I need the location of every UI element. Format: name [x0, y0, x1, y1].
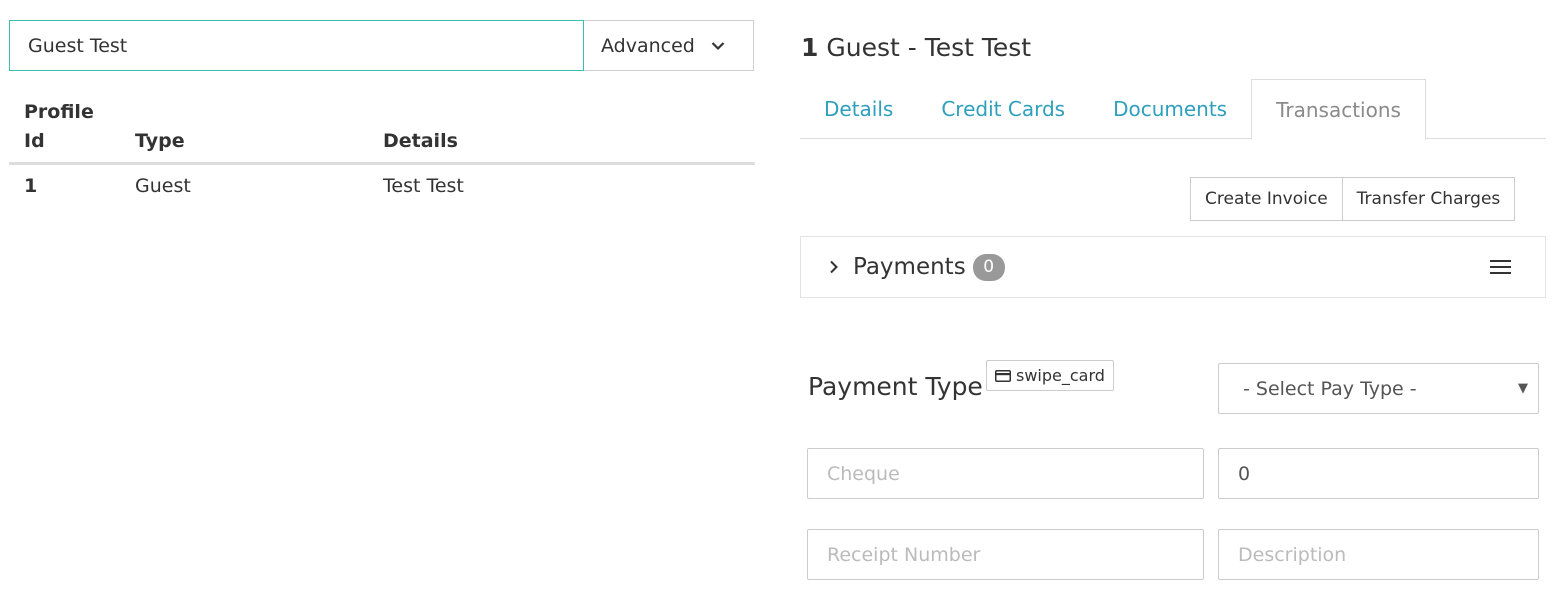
table-header-row: Profile Id Type Details: [9, 98, 755, 165]
col-header-profile-id[interactable]: Profile Id: [9, 98, 120, 165]
cell-details: Test Test: [383, 175, 464, 197]
swipe-card-label: swipe_card: [1016, 366, 1105, 385]
tab-details[interactable]: Details: [800, 79, 917, 139]
credit-card-icon: [995, 369, 1011, 382]
description-input[interactable]: [1218, 529, 1539, 580]
tab-credit-cards[interactable]: Credit Cards: [917, 79, 1089, 139]
cell-profile-id: 1: [24, 175, 38, 197]
results-table: Profile Id Type Details 1 Guest Test Tes…: [9, 98, 755, 197]
swipe-card-button[interactable]: swipe_card: [986, 360, 1114, 391]
col-header-profile-id-line2: Id: [24, 130, 45, 152]
payment-type-label: Payment Type: [808, 372, 983, 401]
search-group: Advanced: [9, 20, 754, 71]
caret-down-icon: ▼: [1518, 381, 1528, 396]
profile-name: Guest - Test Test: [826, 33, 1032, 62]
tab-transactions[interactable]: Transactions: [1251, 79, 1426, 140]
advanced-label: Advanced: [601, 34, 695, 57]
receipt-number-input[interactable]: [807, 529, 1204, 580]
col-header-details[interactable]: Details: [368, 98, 755, 165]
col-header-profile-id-line1: Profile: [24, 101, 94, 123]
payments-label: Payments: [853, 254, 966, 280]
profile-tabs: Details Credit Cards Documents Transacti…: [800, 79, 1546, 140]
page-title: 1 Guest - Test Test: [801, 33, 1031, 62]
transfer-charges-button[interactable]: Transfer Charges: [1342, 177, 1516, 221]
hamburger-menu-icon[interactable]: [1490, 259, 1511, 275]
advanced-search-button[interactable]: Advanced: [584, 20, 754, 71]
cheque-input[interactable]: [807, 448, 1204, 499]
tab-documents[interactable]: Documents: [1089, 79, 1251, 139]
table-row[interactable]: 1 Guest Test Test: [9, 164, 755, 197]
pay-type-select-value: - Select Pay Type -: [1243, 377, 1417, 400]
payments-panel[interactable]: Payments 0: [800, 236, 1546, 298]
transaction-actions: Create Invoice Transfer Charges: [1190, 177, 1516, 221]
search-input[interactable]: [9, 20, 584, 71]
chevron-down-icon: [711, 41, 725, 50]
chevron-right-icon: [830, 260, 838, 274]
pay-type-select[interactable]: - Select Pay Type - ▼: [1218, 363, 1539, 414]
cell-type: Guest: [135, 175, 191, 197]
amount-input[interactable]: [1218, 448, 1539, 499]
payments-count-badge: 0: [972, 253, 1005, 281]
profile-number: 1: [801, 33, 819, 62]
create-invoice-button[interactable]: Create Invoice: [1190, 177, 1343, 221]
col-header-type[interactable]: Type: [120, 98, 368, 165]
